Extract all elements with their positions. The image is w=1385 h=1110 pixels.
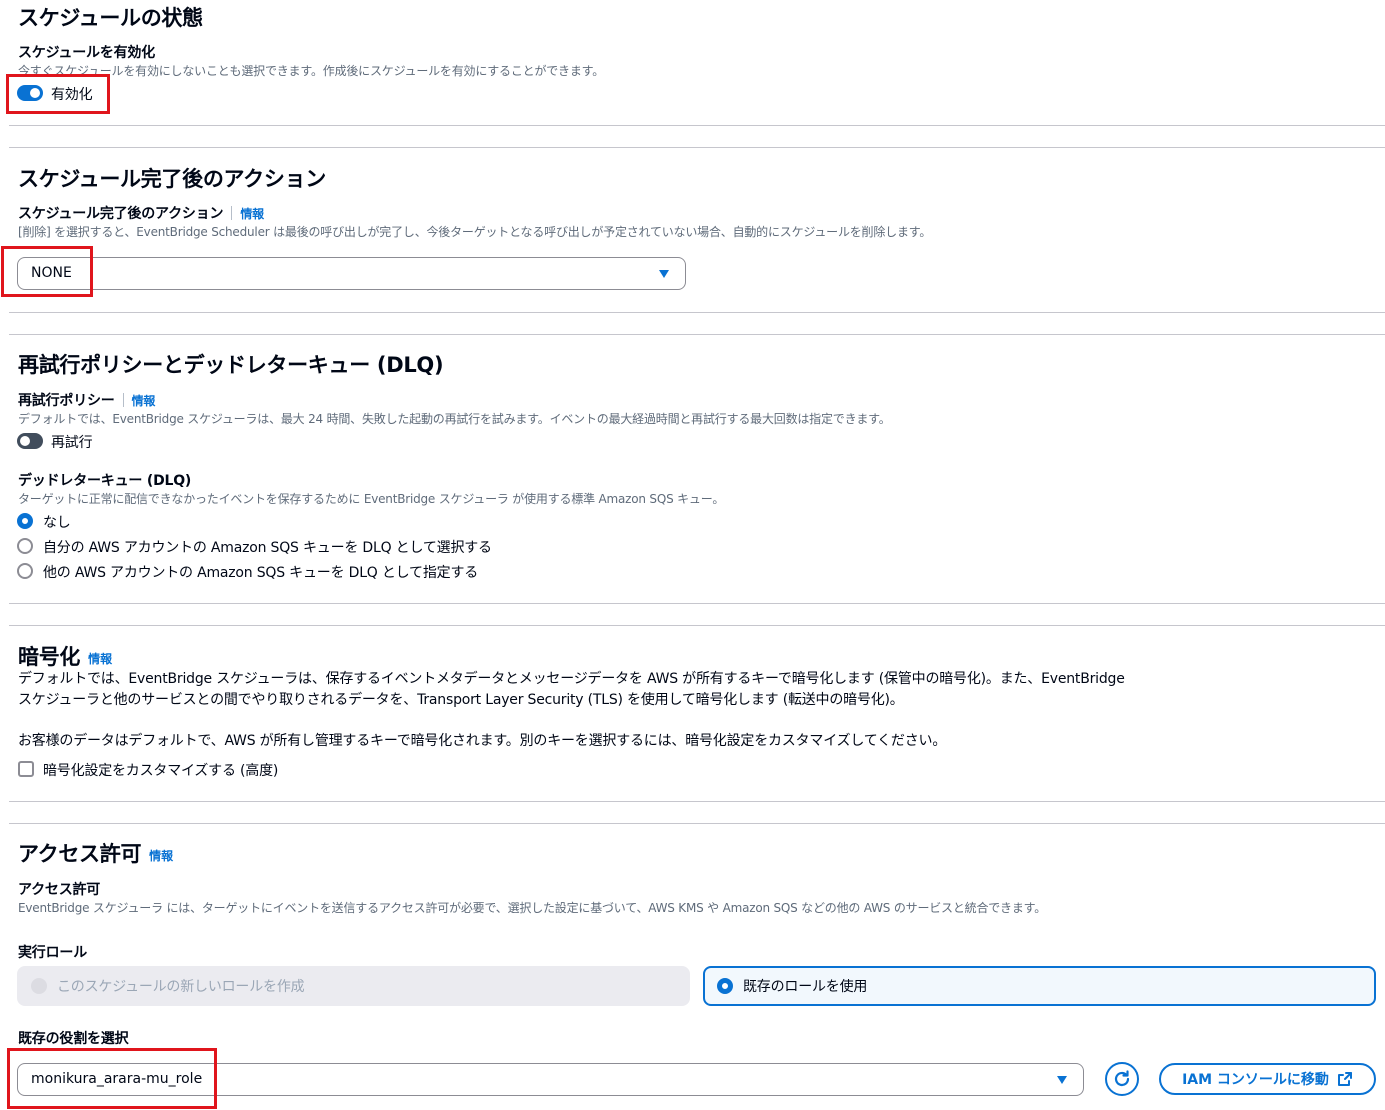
retry-policy-description: デフォルトでは、EventBridge スケジューラは、最大 24 時間、失敗し… [18, 412, 891, 426]
radio-create-new-role [31, 978, 47, 994]
execution-role-label: 実行ロール [18, 945, 87, 961]
dlq-option-own-account-label: 自分の AWS アカウントの Amazon SQS キューを DLQ として選択… [43, 540, 492, 556]
tile-create-new-role: このスケジュールの新しいロールを作成 [17, 966, 690, 1006]
access-heading-row: アクセス許可 情報 [18, 838, 173, 868]
dlq-radio-own-account[interactable] [17, 538, 33, 554]
encryption-heading-row: 暗号化 情報 [18, 641, 112, 671]
divider [9, 801, 1385, 802]
dlq-radio-other-account[interactable] [17, 563, 33, 579]
select-existing-role-label: 既存の役割を選択 [18, 1031, 129, 1047]
dlq-option-none-label: なし [43, 515, 71, 531]
completion-action-description: [削除] を選択すると、EventBridge Scheduler は最後の呼び… [18, 225, 932, 239]
tile-create-new-role-label: このスケジュールの新しいロールを作成 [57, 979, 305, 995]
divider [9, 125, 1385, 126]
divider [9, 312, 1385, 313]
enable-schedule-label: スケジュールを有効化 [18, 45, 156, 61]
caret-down-icon [1057, 1076, 1067, 1084]
highlight-box-role [7, 1048, 217, 1109]
retry-dlq-heading: 再試行ポリシーとデッドレターキュー (DLQ) [18, 353, 444, 377]
dlq-description: ターゲットに正常に配信できなかったイベントを保存するために EventBridg… [18, 492, 725, 506]
customize-encryption-checkbox[interactable] [18, 761, 34, 777]
toggle-knob [20, 436, 30, 446]
info-divider [231, 206, 233, 220]
refresh-roles-button[interactable] [1105, 1062, 1139, 1096]
encryption-info-link[interactable]: 情報 [88, 650, 112, 667]
encryption-paragraph-line1: デフォルトでは、EventBridge スケジューラは、保存するイベントメタデー… [18, 671, 1125, 687]
customize-encryption-label: 暗号化設定をカスタマイズする (高度) [43, 763, 279, 779]
divider [9, 603, 1385, 604]
radio-use-existing-role[interactable] [717, 978, 733, 994]
divider [9, 823, 1385, 824]
completion-action-select[interactable]: NONE [17, 257, 686, 290]
completion-action-info-link[interactable]: 情報 [240, 205, 264, 222]
retry-toggle-label: 再試行 [51, 435, 93, 451]
divider [9, 625, 1385, 626]
divider [9, 334, 1385, 335]
access-label: アクセス許可 [18, 882, 101, 898]
encryption-paragraph: デフォルトでは、EventBridge スケジューラは、保存するイベントメタデー… [18, 669, 1380, 711]
retry-policy-label-row: 再試行ポリシー 情報 [18, 390, 155, 410]
external-link-icon [1337, 1072, 1352, 1086]
completion-action-label-row: スケジュール完了後のアクション 情報 [18, 203, 264, 223]
completion-action-label: スケジュール完了後のアクション [18, 206, 224, 222]
iam-console-button-label: IAM コンソールに移動 [1182, 1072, 1329, 1088]
dlq-label: デッドレターキュー (DLQ) [18, 473, 192, 489]
tile-use-existing-role-label: 既存のロールを使用 [743, 979, 868, 995]
dlq-option-other-account-label: 他の AWS アカウントの Amazon SQS キューを DLQ として指定す… [43, 565, 479, 581]
iam-console-button[interactable]: IAM コンソールに移動 [1159, 1063, 1376, 1095]
retry-policy-label: 再試行ポリシー [18, 393, 115, 409]
schedule-state-heading: スケジュールの状態 [18, 6, 203, 30]
refresh-icon [1114, 1070, 1130, 1087]
retry-toggle[interactable] [17, 433, 43, 449]
dlq-radio-none[interactable] [17, 513, 33, 529]
encryption-heading: 暗号化 [18, 645, 81, 669]
info-divider [122, 393, 124, 407]
access-info-link[interactable]: 情報 [149, 847, 173, 864]
encryption-paragraph-line2: スケジューラと他のサービスとの間でやり取りされるデータを、Transport L… [18, 692, 904, 708]
access-heading: アクセス許可 [18, 842, 142, 866]
caret-down-icon [659, 270, 669, 278]
access-description: EventBridge スケジューラ には、ターゲットにイベントを送信するアクセ… [18, 901, 1047, 915]
highlight-box-completion [1, 246, 93, 297]
tile-use-existing-role[interactable]: 既存のロールを使用 [703, 966, 1376, 1006]
retry-policy-info-link[interactable]: 情報 [132, 392, 156, 409]
highlight-box-enable [6, 74, 110, 114]
divider [9, 147, 1385, 148]
encryption-default-note: お客様のデータはデフォルトで、AWS が所有し管理するキーで暗号化されます。別の… [18, 733, 947, 749]
completion-action-heading: スケジュール完了後のアクション [18, 167, 326, 191]
